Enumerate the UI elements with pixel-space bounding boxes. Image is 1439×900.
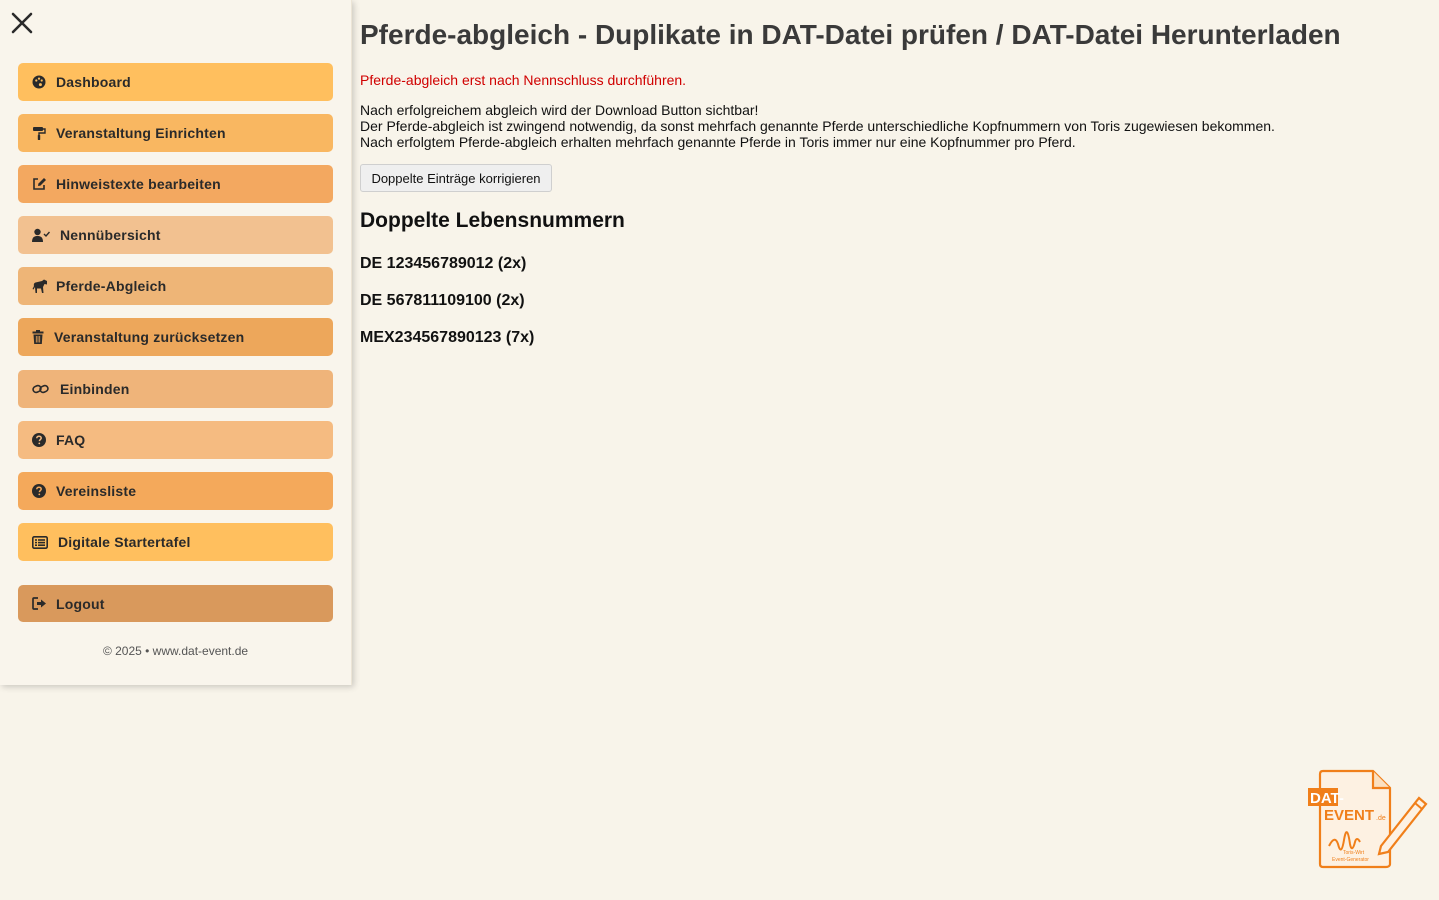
page-title: Pferde-abgleich - Duplikate in DAT-Datei… bbox=[360, 19, 1341, 50]
section-title: Doppelte Lebensnummern bbox=[360, 209, 625, 232]
sidebar-item-label: Nennübersicht bbox=[60, 227, 161, 243]
duplicate-item: MEX234567890123 (7x) bbox=[360, 329, 535, 346]
sidebar-item-label: Vereinsliste bbox=[56, 483, 137, 499]
duplicate-item: DE 567811109100 (2x) bbox=[360, 292, 525, 309]
sidebar-item-hinweistexte-bearbeiten[interactable]: Hinweistexte bearbeiten bbox=[18, 165, 333, 203]
info-line: Nach erfolgreichem abgleich wird der Dow… bbox=[360, 102, 759, 118]
fix-duplicates-button[interactable]: Doppelte Einträge korrigieren bbox=[360, 164, 552, 192]
horse-icon bbox=[32, 278, 50, 294]
sidebar-item-vereinsliste[interactable]: Vereinsliste bbox=[18, 472, 333, 510]
paint-roller-icon bbox=[32, 125, 50, 141]
sidebar-item-label: FAQ bbox=[56, 432, 86, 448]
sidebar-item-label: Dashboard bbox=[56, 74, 131, 90]
list-icon bbox=[32, 534, 52, 550]
logo-text-dat: DAT- bbox=[1310, 790, 1344, 807]
sidebar-item-label: Digitale Startertafel bbox=[58, 534, 191, 550]
logout-label: Logout bbox=[56, 595, 105, 612]
close-icon[interactable] bbox=[10, 11, 34, 35]
user-check-icon bbox=[32, 227, 54, 243]
sidebar-item-label: Veranstaltung zurücksetzen bbox=[54, 329, 245, 345]
sidebar-item-label: Veranstaltung Einrichten bbox=[56, 125, 226, 141]
palette-icon bbox=[32, 74, 50, 90]
link-icon bbox=[32, 381, 54, 397]
sidebar-item-dashboard[interactable]: Dashboard bbox=[18, 63, 333, 101]
logo-text-event: EVENT bbox=[1324, 807, 1374, 824]
edit-icon bbox=[32, 176, 50, 192]
sidebar-item-faq[interactable]: FAQ bbox=[18, 421, 333, 459]
sidebar-item-label: Einbinden bbox=[60, 381, 130, 397]
logo-text-suffix: .de bbox=[1376, 815, 1386, 822]
info-line: Nach erfolgtem Pferde-abgleich erhalten … bbox=[360, 134, 1076, 150]
sidebar-item-digitale-startertafel[interactable]: Digitale Startertafel bbox=[18, 523, 333, 561]
question-circle-icon bbox=[32, 483, 50, 499]
trash-icon bbox=[32, 329, 48, 345]
warning-text: Pferde-abgleich erst nach Nennschluss du… bbox=[360, 72, 687, 88]
sign-out-icon bbox=[32, 596, 50, 612]
sidebar-item-veranstaltung-zuruecksetzen[interactable]: Veranstaltung zurücksetzen bbox=[18, 318, 333, 356]
question-circle-icon bbox=[32, 432, 50, 448]
info-text: Nach erfolgreichem abgleich wird der Dow… bbox=[360, 102, 1275, 150]
copyright-text: © 2025 • www.dat-event.de bbox=[102, 644, 249, 658]
sidebar-item-label: Hinweistexte bearbeiten bbox=[56, 176, 221, 192]
logo-tagline-2: Event-Generator bbox=[1332, 857, 1369, 863]
logo-tagline-1: Toris-Wirt bbox=[1343, 850, 1365, 856]
info-line: Der Pferde-abgleich ist zwingend notwend… bbox=[360, 118, 1275, 134]
sidebar: Dashboard Veranstaltung Einrichten Hinwe… bbox=[0, 0, 352, 685]
sidebar-item-nennuebersicht[interactable]: Nennübersicht bbox=[18, 216, 333, 254]
sidebar-item-pferde-abgleich[interactable]: Pferde-Abgleich bbox=[18, 267, 333, 305]
duplicate-item: DE 123456789012 (2x) bbox=[360, 255, 527, 272]
logout-button[interactable]: Logout bbox=[18, 585, 333, 622]
sidebar-item-veranstaltung-einrichten[interactable]: Veranstaltung Einrichten bbox=[18, 114, 333, 152]
sidebar-item-label: Pferde-Abgleich bbox=[56, 278, 167, 294]
dat-event-logo: DAT- EVENT .de Toris-Wirt Event-Generato… bbox=[1305, 768, 1430, 870]
sidebar-item-einbinden[interactable]: Einbinden bbox=[18, 370, 333, 408]
